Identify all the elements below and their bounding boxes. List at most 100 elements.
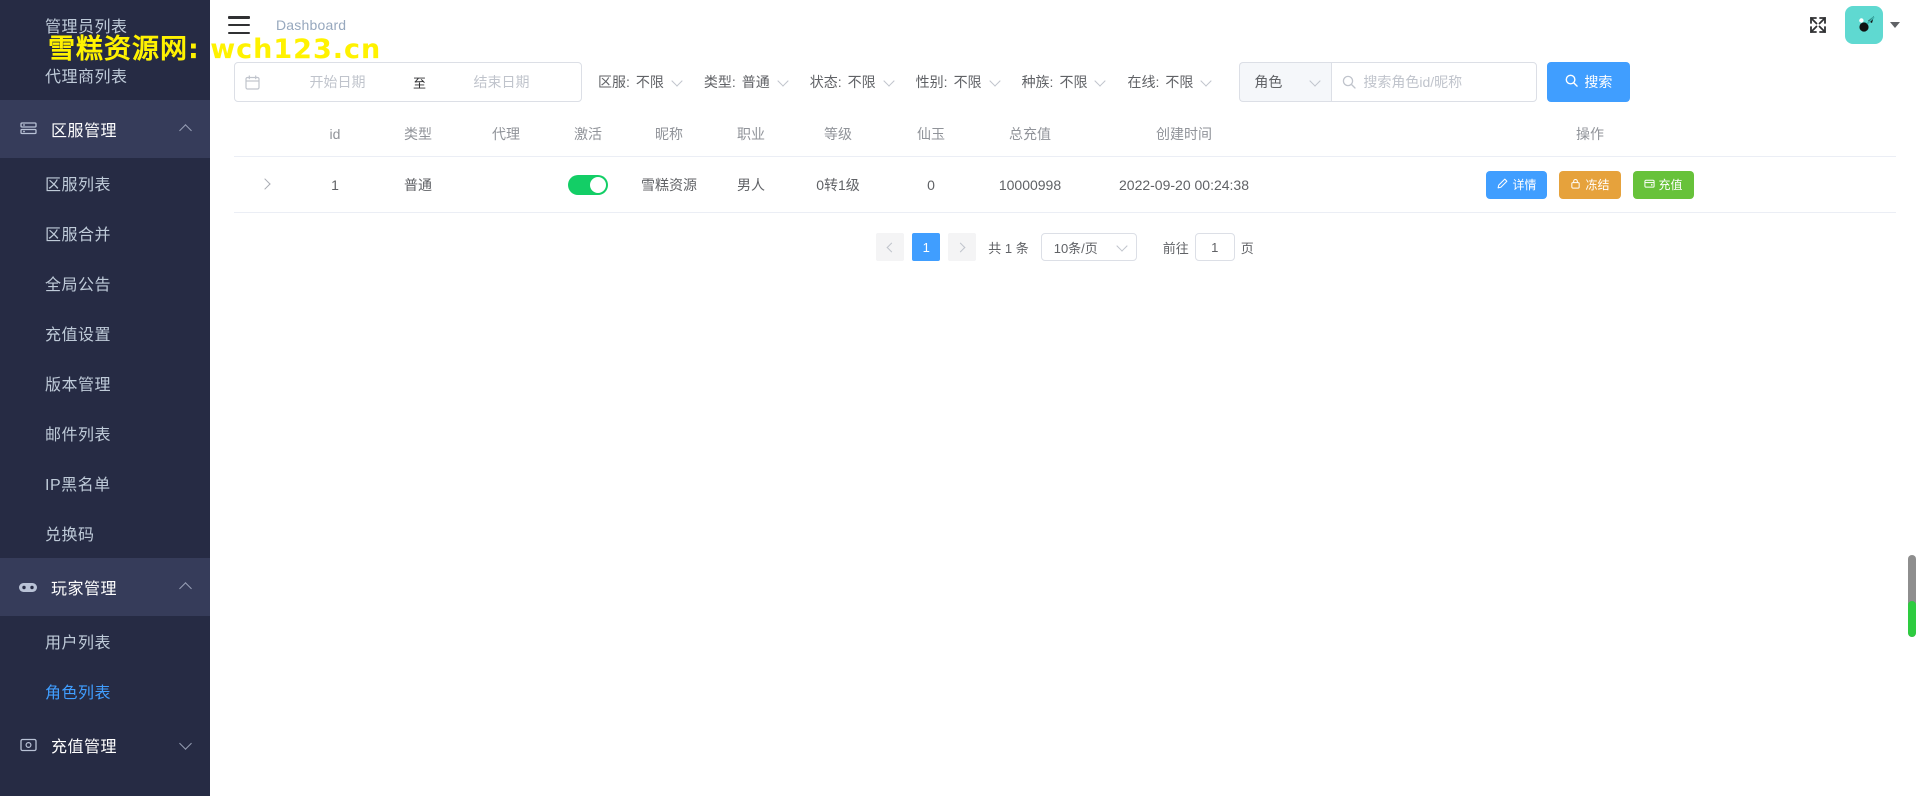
search-input-placeholder: 搜索角色id/昵称 bbox=[1363, 74, 1463, 90]
jump-page-input[interactable] bbox=[1194, 233, 1235, 261]
sidebar-item-admin-list[interactable]: 管理员列表 bbox=[0, 0, 210, 50]
row-nickname: 雪糕资源 bbox=[626, 156, 712, 213]
header-actions bbox=[1807, 6, 1908, 44]
filter-value: 不限 bbox=[847, 74, 876, 90]
filter-value: 普通 bbox=[741, 74, 770, 90]
table-col-type: 类型 bbox=[374, 112, 462, 157]
sidebar-group-server-management[interactable]: 区服管理 bbox=[0, 100, 210, 158]
active-toggle[interactable] bbox=[568, 174, 608, 195]
sidebar: 管理员列表 代理商列表 区服管理 区服列表 区服合并 全局公告 充值设置 版本管… bbox=[0, 0, 210, 796]
filter-value: 不限 bbox=[635, 74, 664, 90]
sidebar-item-global-notice[interactable]: 全局公告 bbox=[0, 258, 210, 308]
chevron-up-icon bbox=[180, 122, 194, 136]
avatar[interactable] bbox=[1845, 6, 1883, 44]
table-col-id: id bbox=[296, 112, 374, 157]
jump-suffix-label: 页 bbox=[1240, 240, 1254, 256]
row-job: 男人 bbox=[712, 156, 790, 213]
sidebar-item-ip-blacklist[interactable]: IP黑名单 bbox=[0, 458, 210, 508]
filter-label: 类型: bbox=[703, 74, 736, 90]
table-col-jade: 仙玉 bbox=[886, 112, 976, 157]
hamburger-icon[interactable] bbox=[228, 16, 250, 34]
filter-select-gender[interactable]: 性别: 不限 bbox=[900, 62, 1006, 102]
table-col-expand bbox=[234, 112, 296, 157]
scrollbar-thumb[interactable] bbox=[1908, 601, 1916, 637]
table-col-nickname: 昵称 bbox=[626, 112, 712, 157]
gamepad-icon bbox=[17, 578, 39, 596]
sidebar-item-label: 管理员列表 bbox=[45, 19, 128, 36]
search-input[interactable]: 搜索角色id/昵称 bbox=[1331, 62, 1538, 102]
sidebar-item-label: 区服列表 bbox=[45, 177, 112, 194]
row-active-cell bbox=[550, 156, 626, 213]
filter-select-status[interactable]: 状态: 不限 bbox=[794, 62, 900, 102]
chevron-right-icon[interactable] bbox=[948, 233, 977, 261]
detail-button-label: 详情 bbox=[1512, 178, 1537, 192]
start-date-input[interactable]: 开始日期 bbox=[268, 72, 407, 92]
chevron-down-icon bbox=[1117, 241, 1129, 253]
sidebar-group-label: 充值管理 bbox=[51, 739, 118, 756]
page-content: 开始日期 至 结束日期 区服: 不限 类型: 普通 状态: 不限 性别: 不限 … bbox=[210, 50, 1920, 261]
search-scope-select[interactable]: 角色 bbox=[1239, 62, 1332, 102]
chevron-left-icon[interactable] bbox=[876, 233, 905, 261]
row-jade: 0 bbox=[886, 156, 976, 213]
role-table: id 类型 代理 激活 昵称 职业 等级 仙玉 总充值 创建时间 操作 1 普通… bbox=[234, 112, 1896, 213]
search-group: 角色 搜索角色id/昵称 搜索 bbox=[1239, 62, 1631, 102]
chevron-down-icon bbox=[884, 76, 896, 88]
admin-dashboard: 管理员列表 代理商列表 区服管理 区服列表 区服合并 全局公告 充值设置 版本管… bbox=[0, 0, 1920, 796]
sidebar-item-server-list[interactable]: 区服列表 bbox=[0, 158, 210, 208]
sidebar-item-label: IP黑名单 bbox=[45, 477, 111, 494]
sidebar-item-redeem-code[interactable]: 兑换码 bbox=[0, 508, 210, 558]
sidebar-item-version-management[interactable]: 版本管理 bbox=[0, 358, 210, 408]
filter-value: 不限 bbox=[1059, 74, 1088, 90]
sidebar-item-role-list[interactable]: 角色列表 bbox=[0, 666, 210, 716]
filter-select-server[interactable]: 区服: 不限 bbox=[582, 62, 688, 102]
table-col-created-at: 创建时间 bbox=[1084, 112, 1284, 157]
filter-select-race[interactable]: 种族: 不限 bbox=[1006, 62, 1112, 102]
search-icon bbox=[1342, 75, 1356, 89]
sidebar-item-user-list[interactable]: 用户列表 bbox=[0, 616, 210, 666]
page-scrollbar[interactable] bbox=[1908, 555, 1916, 637]
sidebar-group-label: 区服管理 bbox=[51, 123, 118, 140]
sidebar-group-player-management[interactable]: 玩家管理 bbox=[0, 558, 210, 616]
detail-button[interactable]: 详情 bbox=[1486, 170, 1548, 199]
row-actions: 详情 冻结 充值 bbox=[1284, 170, 1896, 199]
freeze-button[interactable]: 冻结 bbox=[1559, 170, 1621, 199]
row-id: 1 bbox=[296, 156, 374, 213]
sidebar-item-agent-list[interactable]: 代理商列表 bbox=[0, 50, 210, 100]
sidebar-item-server-merge[interactable]: 区服合并 bbox=[0, 208, 210, 258]
avatar-menu[interactable] bbox=[1845, 6, 1900, 44]
server-icon bbox=[17, 120, 39, 138]
chevron-down-icon bbox=[1310, 76, 1322, 88]
sidebar-item-label: 兑换码 bbox=[45, 527, 95, 544]
end-date-input[interactable]: 结束日期 bbox=[432, 72, 571, 92]
sidebar-item-recharge-settings[interactable]: 充值设置 bbox=[0, 308, 210, 358]
filter-select-type[interactable]: 类型: 普通 bbox=[688, 62, 794, 102]
table-col-level: 等级 bbox=[790, 112, 886, 157]
caret-down-icon[interactable] bbox=[1890, 22, 1900, 28]
sidebar-group-leaderboard[interactable]: 排行榜 bbox=[0, 774, 210, 796]
chevron-down-icon bbox=[1095, 76, 1107, 88]
filter-select-online[interactable]: 在线: 不限 bbox=[1111, 62, 1217, 102]
page-number-1[interactable]: 1 bbox=[912, 233, 941, 261]
sidebar-item-label: 全局公告 bbox=[45, 277, 112, 294]
search-button-label: 搜索 bbox=[1584, 74, 1613, 90]
edit-icon bbox=[1497, 178, 1508, 192]
chevron-down-icon bbox=[672, 76, 684, 88]
search-button[interactable]: 搜索 bbox=[1547, 62, 1631, 102]
table-col-total-recharge: 总充值 bbox=[976, 112, 1084, 157]
date-range-picker[interactable]: 开始日期 至 结束日期 bbox=[234, 62, 582, 102]
expand-row-icon[interactable] bbox=[259, 178, 271, 190]
filter-label: 状态: bbox=[809, 74, 842, 90]
recharge-button[interactable]: 充值 bbox=[1632, 170, 1694, 199]
row-type: 普通 bbox=[374, 156, 462, 213]
page-size-select[interactable]: 10条/页 bbox=[1040, 233, 1137, 261]
sidebar-item-label: 区服合并 bbox=[45, 227, 112, 244]
sidebar-item-label: 充值设置 bbox=[45, 327, 112, 344]
sidebar-group-recharge-management[interactable]: 充值管理 bbox=[0, 716, 210, 774]
recharge-button-label: 充值 bbox=[1658, 178, 1683, 192]
sidebar-item-mail-list[interactable]: 邮件列表 bbox=[0, 408, 210, 458]
chevron-down-icon bbox=[990, 76, 1002, 88]
breadcrumb[interactable]: Dashboard bbox=[276, 17, 346, 33]
table-col-active: 激活 bbox=[550, 112, 626, 157]
fullscreen-icon[interactable] bbox=[1807, 14, 1829, 36]
filter-value: 不限 bbox=[1165, 74, 1194, 90]
